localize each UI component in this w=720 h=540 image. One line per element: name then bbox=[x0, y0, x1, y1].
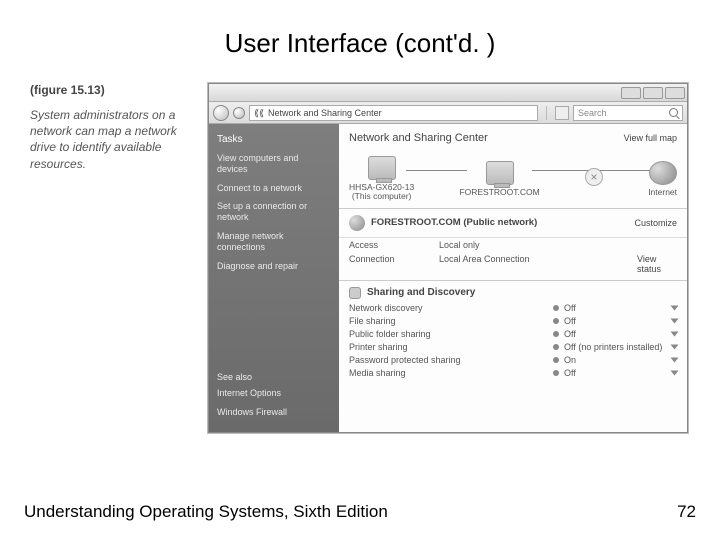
x-icon: × bbox=[585, 168, 603, 186]
chevron-down-icon[interactable] bbox=[671, 305, 679, 310]
sharing-row-label: Public folder sharing bbox=[349, 329, 553, 339]
slide-title: User Interface (cont'd. ) bbox=[0, 0, 720, 59]
sharing-icon bbox=[349, 287, 361, 299]
chevron-down-icon[interactable] bbox=[671, 331, 679, 336]
tasks-pane: Tasks View computers and devices Connect… bbox=[209, 124, 339, 432]
node-this-computer[interactable]: HHSA-GX620-13 (This computer) bbox=[349, 156, 414, 202]
pane-header: Network and Sharing Center View full map bbox=[339, 124, 687, 148]
customize-link[interactable]: Customize bbox=[634, 218, 677, 228]
see-also-title: See also bbox=[217, 372, 287, 382]
node-name: FORESTROOT.COM bbox=[459, 188, 539, 197]
map-connector bbox=[532, 170, 593, 171]
sharing-row-label: Media sharing bbox=[349, 368, 553, 378]
connection-label: Connection bbox=[349, 254, 439, 274]
sharing-row-value: Off bbox=[553, 329, 663, 339]
slide-footer: Understanding Operating Systems, Sixth E… bbox=[24, 502, 696, 522]
network-name: FORESTROOT.COM (Public network) bbox=[371, 217, 634, 228]
sharing-title: Sharing and Discovery bbox=[367, 287, 475, 298]
see-also-link[interactable]: Internet Options bbox=[217, 388, 287, 399]
node-internet[interactable]: Internet bbox=[648, 161, 677, 197]
view-full-map-link[interactable]: View full map bbox=[624, 133, 677, 143]
node-domain[interactable]: FORESTROOT.COM bbox=[459, 161, 539, 197]
breadcrumb[interactable]: ⟪⟪ Network and Sharing Center bbox=[249, 105, 538, 121]
task-link[interactable]: View computers and devices bbox=[217, 153, 331, 175]
sharing-row-label: File sharing bbox=[349, 316, 553, 326]
globe-icon bbox=[349, 215, 365, 231]
figure-label: (figure 15.13) bbox=[30, 83, 190, 97]
chevron-down-icon[interactable] bbox=[671, 318, 679, 323]
minimize-button[interactable] bbox=[621, 87, 641, 99]
sharing-row-value: Off bbox=[553, 303, 663, 313]
task-link[interactable]: Diagnose and repair bbox=[217, 261, 331, 272]
node-sub: (This computer) bbox=[352, 192, 412, 201]
see-also-block: See also Internet Options Windows Firewa… bbox=[217, 372, 287, 426]
app-window: ⟪⟪ Network and Sharing Center Search Tas… bbox=[208, 83, 688, 433]
network-row: FORESTROOT.COM (Public network) Customiz… bbox=[339, 209, 687, 238]
chevron-down-icon[interactable] bbox=[671, 344, 679, 349]
chevron-down-icon[interactable] bbox=[671, 357, 679, 362]
maximize-button[interactable] bbox=[643, 87, 663, 99]
search-input[interactable]: Search bbox=[573, 105, 683, 121]
sharing-grid: Network discovery Off File sharing Off P… bbox=[339, 301, 687, 384]
task-link[interactable]: Manage network connections bbox=[217, 231, 331, 253]
node-name: Internet bbox=[648, 188, 677, 197]
refresh-button[interactable] bbox=[555, 106, 569, 120]
window-titlebar bbox=[209, 84, 687, 102]
view-status-link[interactable]: View status bbox=[637, 254, 677, 274]
task-link[interactable]: Set up a connection or network bbox=[217, 201, 331, 223]
network-map: HHSA-GX620-13 (This computer) FORESTROOT… bbox=[339, 148, 687, 209]
tasks-title: Tasks bbox=[217, 134, 331, 145]
access-label: Access bbox=[349, 240, 439, 250]
sharing-row-label: Password protected sharing bbox=[349, 355, 553, 365]
search-icon bbox=[669, 108, 678, 117]
sharing-row-value: On bbox=[553, 355, 663, 365]
access-value: Local only bbox=[439, 240, 637, 250]
see-also-link[interactable]: Windows Firewall bbox=[217, 407, 287, 418]
map-connector bbox=[406, 170, 467, 171]
globe-icon bbox=[649, 161, 677, 185]
sharing-row-value: Off bbox=[553, 316, 663, 326]
connection-value: Local Area Connection bbox=[439, 254, 637, 274]
sharing-row-value: Off (no printers installed) bbox=[553, 342, 663, 352]
computer-icon bbox=[486, 161, 514, 185]
separator bbox=[546, 106, 547, 120]
figure-caption-block: (figure 15.13) System administrators on … bbox=[30, 83, 190, 433]
computer-icon bbox=[368, 156, 396, 180]
toolbar: ⟪⟪ Network and Sharing Center Search bbox=[209, 102, 687, 124]
footer-book-title: Understanding Operating Systems, Sixth E… bbox=[24, 502, 388, 522]
search-placeholder: Search bbox=[578, 108, 607, 118]
sharing-row-label: Network discovery bbox=[349, 303, 553, 313]
breadcrumb-icon: ⟪⟪ bbox=[254, 105, 264, 121]
content-row: (figure 15.13) System administrators on … bbox=[0, 59, 720, 433]
network-details: Access Local only Connection Local Area … bbox=[339, 238, 687, 281]
task-link[interactable]: Connect to a network bbox=[217, 183, 331, 194]
pane-title: Network and Sharing Center bbox=[349, 132, 488, 144]
sharing-row-value: Off bbox=[553, 368, 663, 378]
chevron-down-icon[interactable] bbox=[671, 370, 679, 375]
sharing-row-label: Printer sharing bbox=[349, 342, 553, 352]
footer-page-number: 72 bbox=[677, 502, 696, 522]
forward-button[interactable] bbox=[233, 107, 245, 119]
close-button[interactable] bbox=[665, 87, 685, 99]
content-pane: Network and Sharing Center View full map… bbox=[339, 124, 687, 432]
node-broken: × bbox=[585, 168, 603, 189]
sharing-section-header: Sharing and Discovery bbox=[339, 281, 687, 301]
figure-caption: System administrators on a network can m… bbox=[30, 107, 190, 172]
breadcrumb-text: Network and Sharing Center bbox=[268, 105, 382, 121]
back-button[interactable] bbox=[213, 105, 229, 121]
map-connector bbox=[595, 170, 656, 171]
